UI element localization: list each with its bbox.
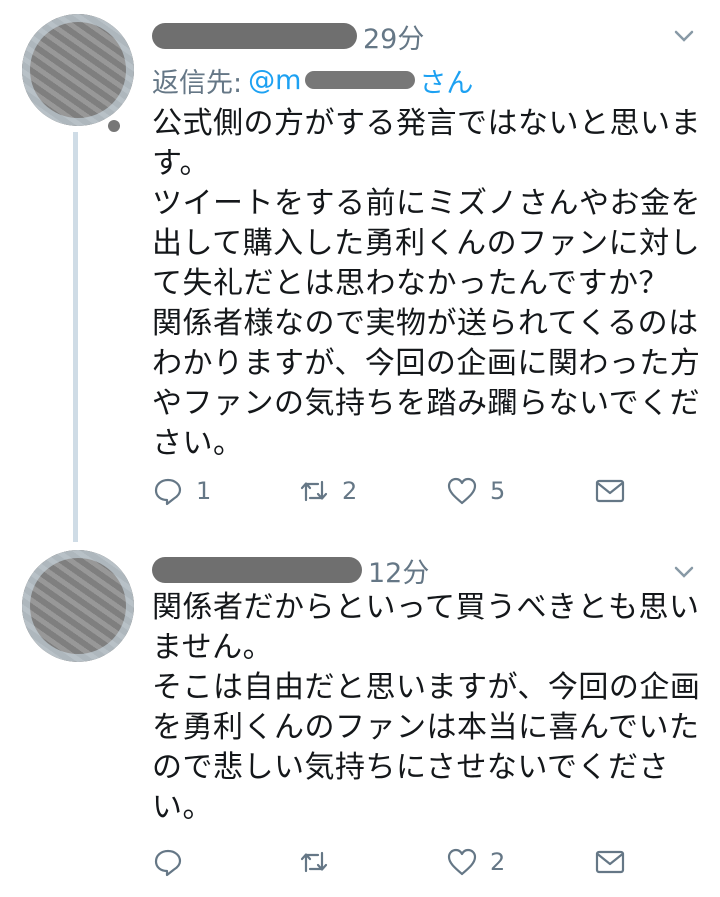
tweet-actions: 2	[152, 842, 632, 882]
reply-icon	[154, 478, 182, 506]
retweet-count: 2	[342, 477, 358, 505]
tweet-text: 公式側の方がする発言ではないと思います。 ツイートをする前にミズノさんやお金を出…	[152, 106, 701, 461]
like-icon	[447, 848, 477, 876]
tweet-1[interactable]: 29分 返信先: @m さん 公式側の方がする発言ではないと思います。 ツイート…	[0, 0, 720, 542]
redacted-handle	[305, 71, 416, 89]
like-count: 2	[490, 848, 506, 876]
reply-mention[interactable]: @m さん	[248, 61, 473, 100]
timestamp[interactable]: 29分	[363, 17, 424, 56]
reply-context: 返信先: @m さん	[152, 61, 473, 100]
reply-button[interactable]	[152, 842, 196, 882]
tweet-text: 関係者だからといって買うべきとも思いません。 そこは自由だと思いますが、今回の企…	[152, 590, 701, 825]
reply-icon	[154, 849, 182, 877]
reply-button[interactable]: 1	[152, 471, 211, 511]
retweet-button[interactable]: 2	[298, 471, 357, 511]
tweet-2[interactable]: 12分 関係者だからといって買うべきとも思いません。 そこは自由だと思いますが、…	[0, 540, 720, 897]
direct-message-icon	[595, 479, 625, 503]
display-name[interactable]	[152, 23, 357, 49]
reply-suffix: さん	[419, 67, 474, 99]
retweet-button[interactable]	[298, 842, 342, 882]
reply-label: 返信先:	[152, 67, 243, 99]
chevron-down-icon[interactable]	[672, 24, 696, 48]
avatar[interactable]	[22, 14, 134, 126]
thread-connector	[73, 132, 78, 542]
like-button[interactable]: 5	[446, 471, 505, 511]
retweet-icon	[300, 851, 328, 873]
tweet-header: 29分	[152, 16, 424, 56]
reply-count: 1	[196, 477, 212, 505]
display-name[interactable]	[152, 557, 362, 583]
direct-message-button[interactable]	[594, 842, 626, 882]
retweet-icon	[300, 480, 328, 502]
tweet-header: 12分	[152, 550, 429, 590]
tweet-actions: 1 2 5	[152, 471, 632, 511]
avatar-badge	[108, 120, 120, 132]
reply-handle: @m	[248, 64, 302, 96]
like-count: 5	[490, 477, 506, 505]
direct-message-icon	[595, 850, 625, 874]
direct-message-button[interactable]	[594, 471, 626, 511]
like-button[interactable]: 2	[446, 842, 505, 882]
chevron-down-icon[interactable]	[672, 560, 696, 584]
like-icon	[447, 477, 477, 505]
timestamp[interactable]: 12分	[368, 551, 429, 590]
avatar[interactable]	[22, 550, 134, 662]
